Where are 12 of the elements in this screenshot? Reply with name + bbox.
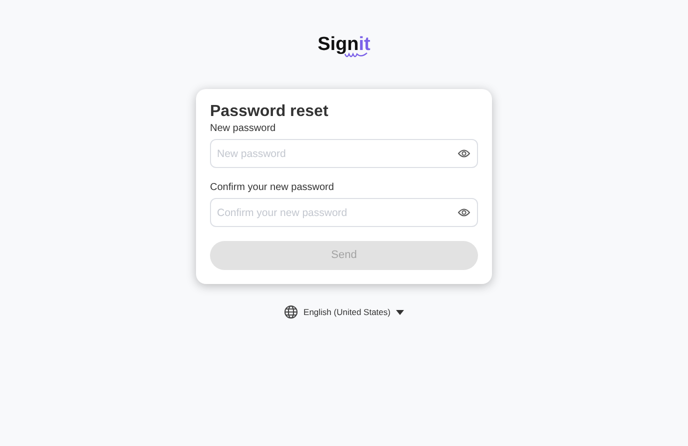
password-field[interactable]: New password [210, 139, 478, 168]
logo-swash-icon [344, 52, 368, 60]
eye-icon[interactable] [458, 149, 470, 158]
password-field[interactable]: Confirm your new password [210, 198, 478, 227]
globe-icon [284, 305, 298, 319]
field-label: Confirm your new password [210, 181, 335, 194]
card-title: Password reset [210, 102, 330, 122]
caret-icon [396, 310, 404, 314]
language-selector[interactable]: English (United States) [304, 306, 404, 318]
logo-text: Signit [318, 34, 370, 56]
eye-icon[interactable] [458, 208, 470, 217]
field-label: New password [210, 122, 277, 135]
